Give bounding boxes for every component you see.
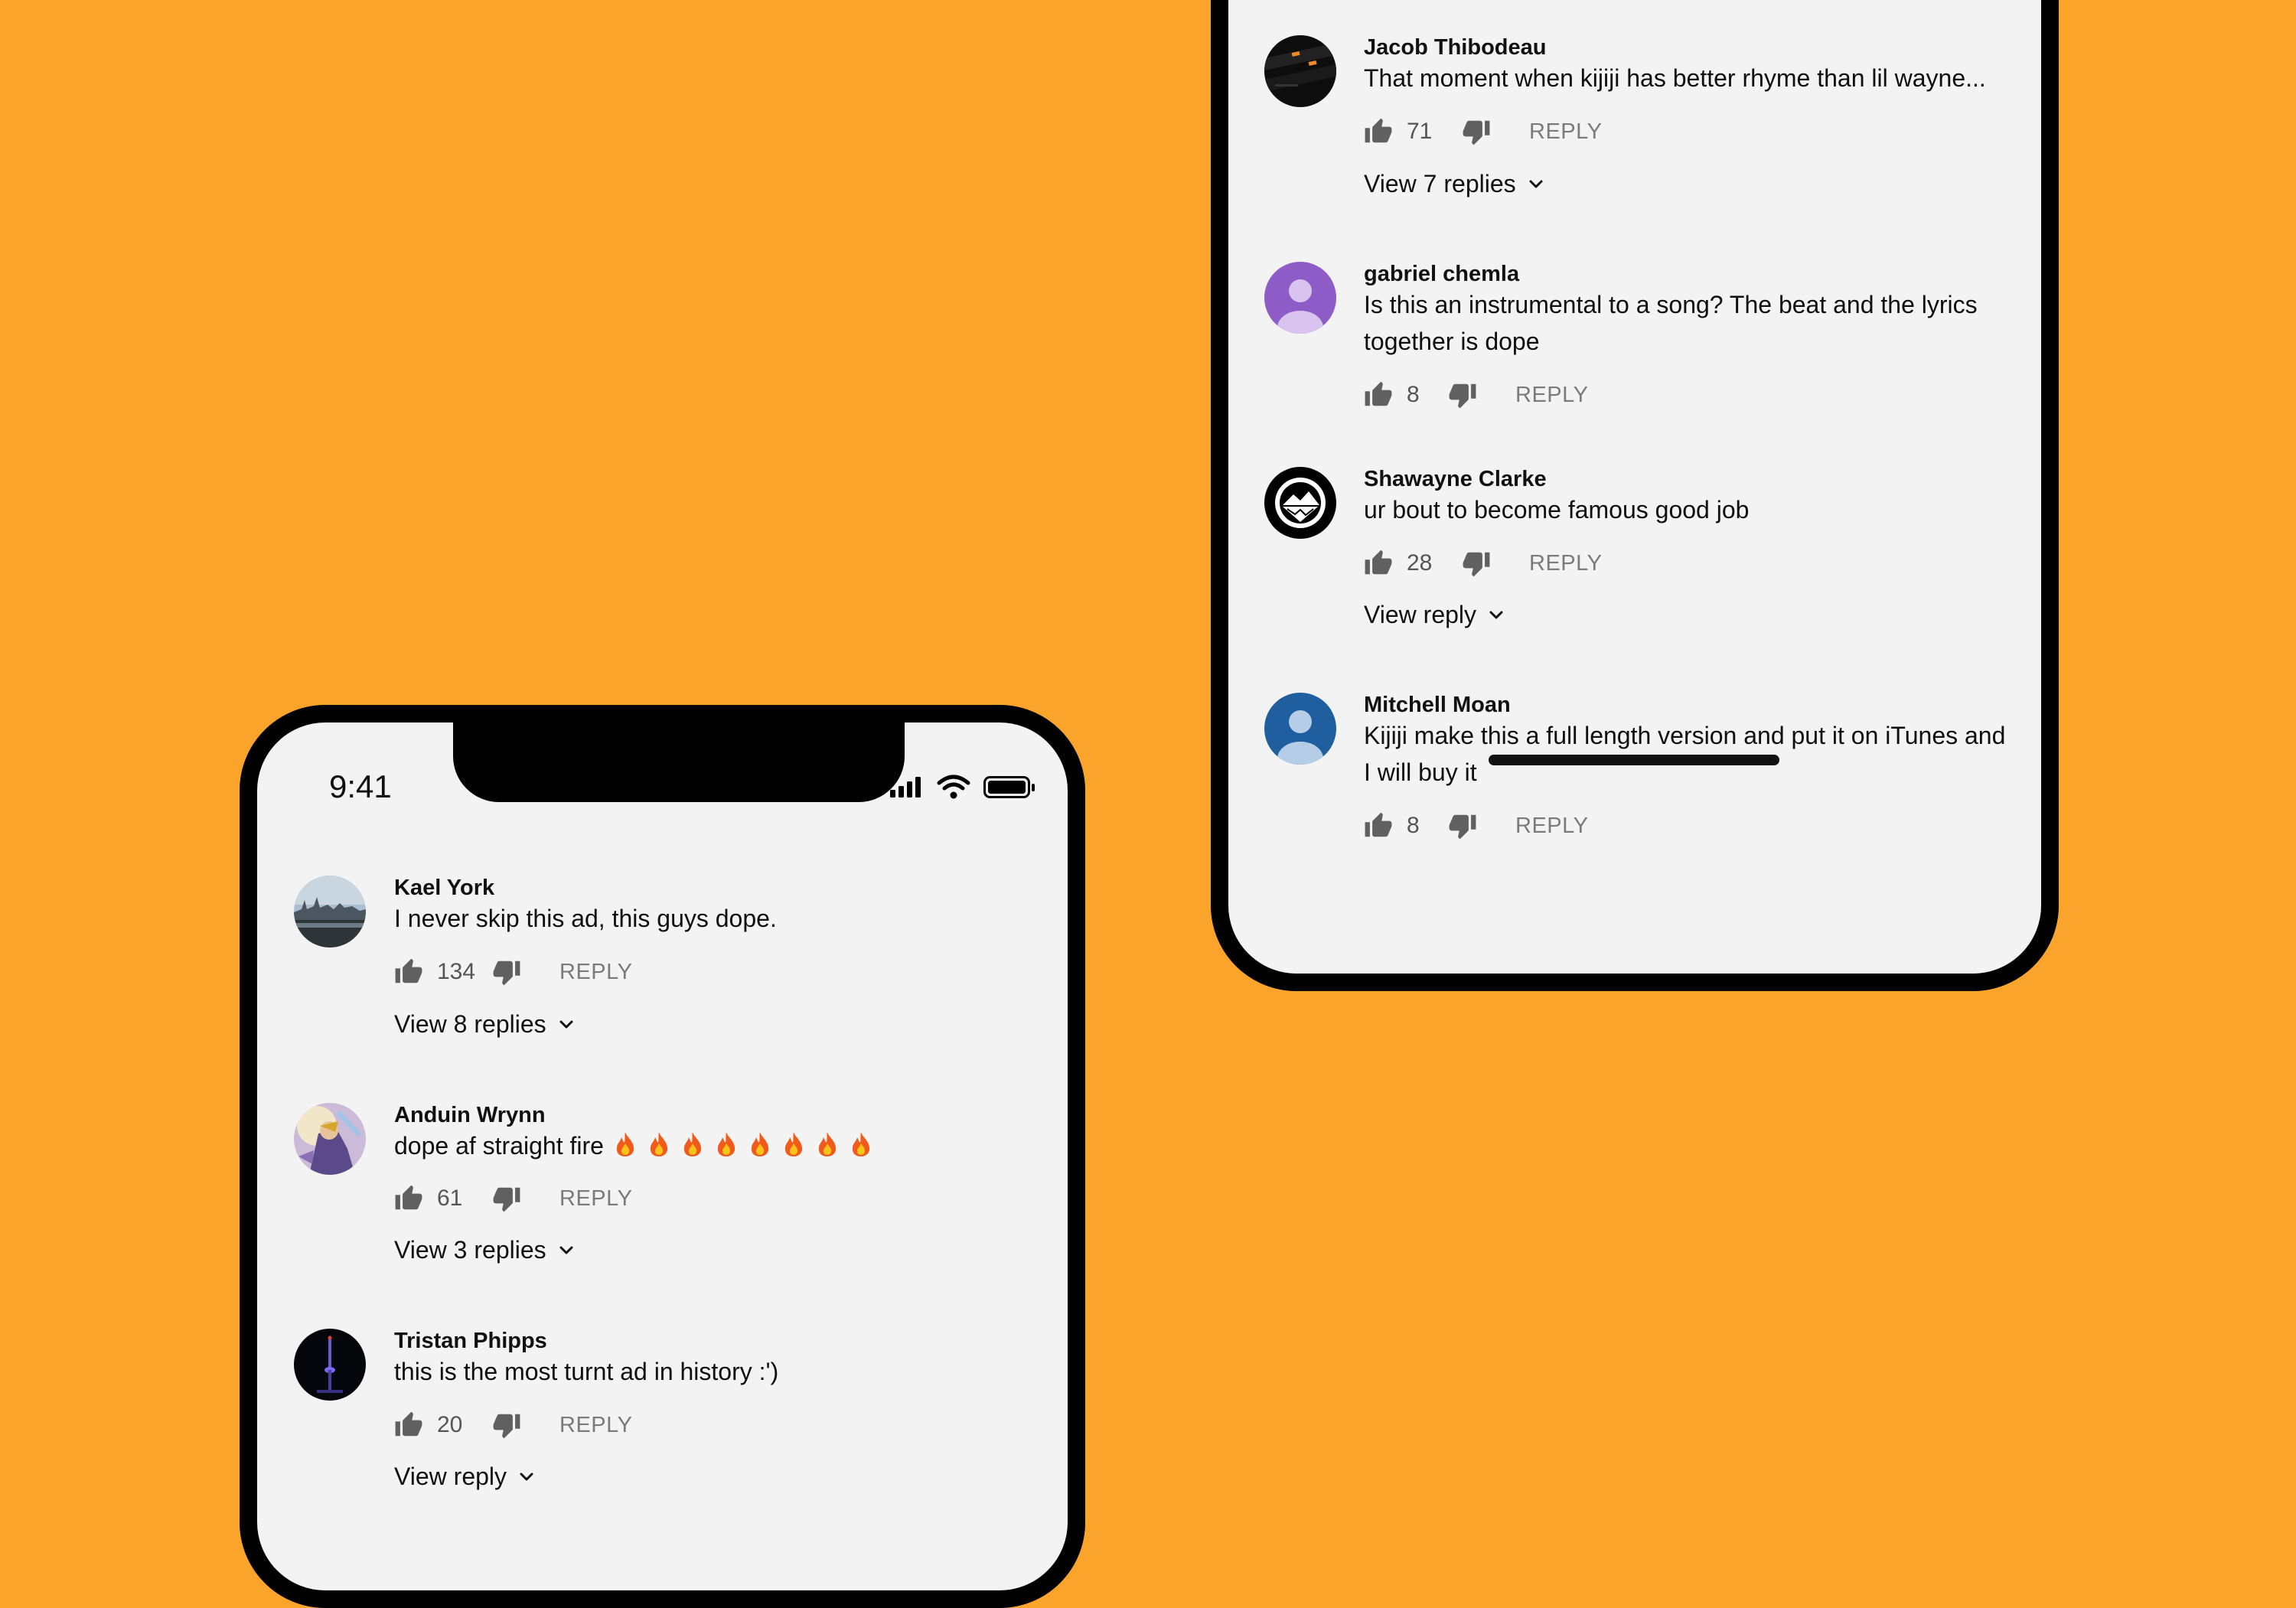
fire-icon bbox=[614, 1131, 637, 1157]
view-replies-button[interactable]: View 7 replies bbox=[1364, 170, 1545, 198]
thumbs-up-icon[interactable] bbox=[1364, 549, 1393, 578]
thumbs-up-icon[interactable] bbox=[394, 1184, 423, 1213]
wifi-icon bbox=[937, 775, 970, 799]
like-count: 28 bbox=[1407, 550, 1433, 576]
status-icons bbox=[890, 773, 1043, 804]
like-count: 71 bbox=[1407, 119, 1433, 144]
fire-icon bbox=[782, 1131, 805, 1157]
reply-button[interactable]: REPLY bbox=[1515, 383, 1588, 408]
comment-text: ur bout to become famous good job bbox=[1364, 496, 1750, 523]
chevron-down-icon bbox=[557, 1016, 576, 1034]
comment-actions: 20 REPLY bbox=[394, 1410, 632, 1440]
status-time: 9:41 bbox=[329, 768, 392, 804]
view-replies-label: View 7 replies bbox=[1364, 170, 1516, 197]
chevron-down-icon bbox=[557, 1241, 576, 1260]
view-replies-label: View reply bbox=[1364, 601, 1477, 628]
reply-button[interactable]: REPLY bbox=[1529, 551, 1602, 576]
view-replies-button[interactable]: View 8 replies bbox=[394, 1010, 576, 1039]
thumbs-up-icon[interactable] bbox=[394, 1411, 423, 1440]
view-replies-label: View reply bbox=[394, 1463, 507, 1490]
fire-icon bbox=[748, 1131, 771, 1157]
reply-button[interactable]: REPLY bbox=[1515, 814, 1588, 839]
view-replies-button[interactable]: View reply bbox=[394, 1463, 536, 1491]
view-replies-button[interactable]: View reply bbox=[1364, 601, 1505, 629]
comment-actions: 28 REPLY bbox=[1364, 548, 1602, 579]
chevron-down-icon bbox=[1487, 606, 1505, 625]
chevron-down-icon bbox=[1527, 175, 1545, 194]
comment-author[interactable]: gabriel chemla bbox=[1364, 262, 1519, 287]
thumbs-down-icon[interactable] bbox=[1462, 549, 1491, 578]
comment-actions: 71 REPLY bbox=[1364, 116, 1602, 147]
like-count: 61 bbox=[437, 1186, 463, 1211]
fire-icon bbox=[816, 1131, 839, 1157]
comment-author[interactable]: Kael York bbox=[394, 876, 494, 901]
view-replies-label: View 3 replies bbox=[394, 1236, 546, 1264]
comment-text-body: dope af straight fire bbox=[394, 1132, 604, 1160]
thumbs-down-icon[interactable] bbox=[492, 957, 521, 987]
right-phone: Jacob Thibodeau That moment when kijiji … bbox=[1211, 0, 2059, 991]
comment-text: dope af straight fire bbox=[394, 1127, 1052, 1164]
avatar[interactable] bbox=[294, 1103, 366, 1175]
fire-icon bbox=[850, 1131, 872, 1157]
fire-emoji-group bbox=[608, 1127, 878, 1164]
fire-icon bbox=[647, 1131, 670, 1157]
thumbs-up-icon[interactable] bbox=[1364, 811, 1393, 840]
reply-button[interactable]: REPLY bbox=[559, 1413, 632, 1438]
avatar[interactable] bbox=[1264, 262, 1336, 334]
avatar[interactable] bbox=[1264, 467, 1336, 539]
phone-notch bbox=[453, 722, 905, 802]
reply-button[interactable]: REPLY bbox=[559, 1186, 632, 1212]
fire-icon bbox=[681, 1131, 704, 1157]
comment-actions: 134 REPLY bbox=[394, 957, 632, 987]
comment-actions: 61 REPLY bbox=[394, 1183, 632, 1214]
comment-actions: 8 REPLY bbox=[1364, 380, 1588, 410]
thumbs-up-icon[interactable] bbox=[1364, 117, 1393, 146]
comment-text: this is the most turnt ad in history :') bbox=[394, 1358, 779, 1385]
fire-icon bbox=[715, 1131, 738, 1157]
comment-author[interactable]: Jacob Thibodeau bbox=[1364, 35, 1546, 60]
thumbs-down-icon[interactable] bbox=[1448, 811, 1477, 840]
avatar[interactable] bbox=[1264, 35, 1336, 107]
avatar[interactable] bbox=[294, 876, 366, 948]
reply-button[interactable]: REPLY bbox=[1529, 119, 1602, 145]
left-phone: 9:41 Kael York I never skip this ad, thi… bbox=[240, 705, 1085, 1608]
chevron-down-icon bbox=[517, 1468, 536, 1486]
thumbs-down-icon[interactable] bbox=[492, 1184, 521, 1213]
battery-icon bbox=[983, 776, 1035, 798]
comment-actions: 8 REPLY bbox=[1364, 811, 1588, 841]
view-replies-button[interactable]: View 3 replies bbox=[394, 1236, 576, 1264]
comment-text: That moment when kijiji has better rhyme… bbox=[1364, 64, 1986, 92]
comment-text: Kijiji make this a full length version a… bbox=[1364, 722, 2006, 786]
thumbs-up-icon[interactable] bbox=[1364, 380, 1393, 409]
thumbs-down-icon[interactable] bbox=[1462, 117, 1491, 146]
like-count: 20 bbox=[437, 1412, 463, 1437]
comment-text: I never skip this ad, this guys dope. bbox=[394, 905, 777, 932]
like-count: 134 bbox=[437, 959, 476, 984]
comment-author[interactable]: Tristan Phipps bbox=[394, 1329, 547, 1354]
comment-text: Is this an instrumental to a song? The b… bbox=[1364, 291, 1978, 355]
like-count: 8 bbox=[1407, 813, 1420, 838]
like-count: 8 bbox=[1407, 382, 1420, 407]
avatar[interactable] bbox=[294, 1329, 366, 1401]
comment-author[interactable]: Mitchell Moan bbox=[1364, 693, 1511, 718]
comment-author[interactable]: Shawayne Clarke bbox=[1364, 467, 1547, 492]
home-indicator[interactable] bbox=[1489, 755, 1779, 765]
avatar[interactable] bbox=[1264, 693, 1336, 765]
view-replies-label: View 8 replies bbox=[394, 1010, 546, 1038]
thumbs-up-icon[interactable] bbox=[394, 957, 423, 987]
comment-author[interactable]: Anduin Wrynn bbox=[394, 1103, 546, 1128]
thumbs-down-icon[interactable] bbox=[1448, 380, 1477, 409]
cellular-signal-icon bbox=[890, 777, 921, 797]
reply-button[interactable]: REPLY bbox=[559, 960, 632, 985]
thumbs-down-icon[interactable] bbox=[492, 1411, 521, 1440]
